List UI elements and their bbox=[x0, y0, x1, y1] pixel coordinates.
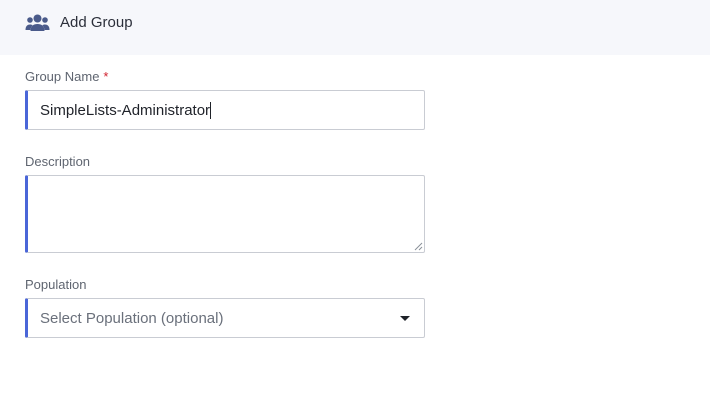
users-group-icon bbox=[25, 14, 50, 31]
description-label: Description bbox=[25, 154, 91, 169]
population-select[interactable]: Select Population (optional) bbox=[25, 298, 425, 338]
page-header: Add Group bbox=[0, 0, 710, 55]
text-caret bbox=[210, 102, 212, 119]
description-textarea[interactable] bbox=[25, 175, 425, 253]
required-marker: * bbox=[103, 69, 109, 84]
group-name-label-text: Group Name bbox=[25, 69, 100, 84]
group-name-label: Group Name * bbox=[25, 69, 108, 85]
group-name-value-text: SimpleLists-Administrator bbox=[40, 102, 211, 119]
caret-down-icon[interactable] bbox=[400, 316, 410, 321]
population-label: Population bbox=[25, 277, 87, 292]
group-name-value: SimpleLists-Administrator bbox=[40, 102, 212, 119]
population-placeholder: Select Population (optional) bbox=[40, 310, 224, 327]
resize-grip-icon[interactable] bbox=[414, 242, 423, 251]
page-title: Add Group bbox=[60, 14, 133, 31]
group-name-input[interactable]: SimpleLists-Administrator bbox=[25, 90, 425, 130]
